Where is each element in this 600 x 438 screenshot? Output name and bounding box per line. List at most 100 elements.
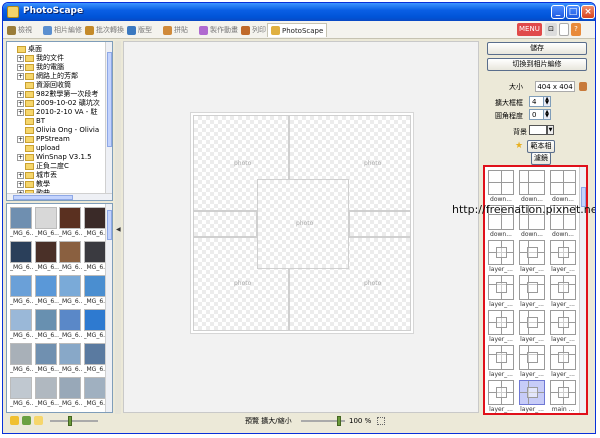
layout-template[interactable]: layer_... xyxy=(519,310,545,344)
switch-to-editor-button[interactable]: 切換到相片編修 xyxy=(487,58,587,71)
tab-batch[interactable]: 批次轉換 xyxy=(85,23,124,37)
lock-icon[interactable] xyxy=(579,82,587,91)
template-caption: layer_... xyxy=(489,336,513,343)
fit-icon[interactable] xyxy=(377,417,385,425)
expand-icon[interactable]: + xyxy=(17,54,24,62)
expand-icon[interactable]: + xyxy=(17,63,24,71)
layout-template[interactable]: layer_... xyxy=(519,380,545,413)
zoom-slider-knob[interactable] xyxy=(337,416,341,426)
collage-preview[interactable]: photo photo photo photo photo xyxy=(190,112,414,334)
save-button[interactable]: 儲存 xyxy=(487,42,587,55)
photo-thumbnail[interactable]: _MG_6... xyxy=(10,241,36,273)
tab-page[interactable]: 版型 xyxy=(127,23,152,37)
photo-slot[interactable] xyxy=(193,211,257,237)
minimize-icon[interactable]: _ xyxy=(551,5,565,19)
layout-template[interactable]: layer_... xyxy=(550,275,576,309)
template-caption: down... xyxy=(490,231,512,238)
background-color-swatch[interactable] xyxy=(529,125,547,135)
expand-icon[interactable]: + xyxy=(17,90,24,98)
help-icon[interactable]: ? xyxy=(571,23,581,36)
collapse-arrow-icon[interactable]: ◀ xyxy=(116,226,121,233)
photo-thumbnail[interactable]: _MG_6... xyxy=(34,275,61,307)
photo-thumbnail[interactable]: _MG_6... xyxy=(59,207,85,239)
layout-template[interactable]: layer_... xyxy=(550,345,576,379)
close-icon[interactable]: × xyxy=(581,5,595,19)
tab-animated-gif[interactable]: 製作動畫 xyxy=(199,23,238,37)
tree-vertical-scrollbar[interactable] xyxy=(105,42,112,200)
template-caption: down... xyxy=(521,231,543,238)
thumbnail-caption: _MG_6... xyxy=(10,332,34,339)
photo-thumbnail[interactable]: _MG_6... xyxy=(10,309,36,341)
thumbnail-scrollbar[interactable] xyxy=(105,204,112,412)
zoom-value: 100 % xyxy=(349,417,372,425)
app-icon xyxy=(7,6,19,18)
layout-template[interactable]: main ... xyxy=(550,380,576,413)
layout-template[interactable]: layer_... xyxy=(519,345,545,379)
photo-thumbnail[interactable]: _MG_6... xyxy=(10,343,36,375)
photo-thumbnail[interactable]: _MG_6... xyxy=(34,343,61,375)
expand-icon[interactable]: + xyxy=(17,180,24,188)
expand-icon[interactable]: + xyxy=(17,171,24,179)
thumbnail-size-slider[interactable] xyxy=(50,420,98,422)
window-mode-icon[interactable]: ⊡ xyxy=(545,23,557,36)
menu-button[interactable]: MENU xyxy=(517,23,542,36)
layout-template[interactable]: down... xyxy=(550,170,576,204)
panel-splitter[interactable]: ◀ xyxy=(115,41,121,414)
photo-thumbnail[interactable]: _MG_6... xyxy=(10,207,36,239)
expand-icon[interactable]: + xyxy=(17,108,24,116)
layout-template[interactable]: layer_... xyxy=(488,275,514,309)
layout-template[interactable]: down... xyxy=(488,170,514,204)
tab-print[interactable]: 列印 xyxy=(241,23,266,37)
folder-tree[interactable]: 桌面 + 我的文件 + 我的電腦 + 網路上的芳鄰 資源回收筒 +982數學第一次段考 +2009… xyxy=(6,41,113,201)
tab-combine[interactable]: 拼貼 xyxy=(163,23,188,37)
layout-template[interactable]: down... xyxy=(519,170,545,204)
title-bar[interactable]: PhotoScape _ □ × xyxy=(3,3,595,21)
photo-thumbnail[interactable]: _MG_6... xyxy=(59,343,85,375)
layout-template[interactable]: layer_... xyxy=(550,310,576,344)
template-preview xyxy=(550,240,576,265)
photo-thumbnail[interactable]: _MG_6... xyxy=(59,241,85,273)
layout-template[interactable]: layer_... xyxy=(550,240,576,274)
tab-editor[interactable]: 相片編修 xyxy=(43,23,82,37)
photo-thumbnail[interactable]: _MG_6... xyxy=(34,207,61,239)
template-caption: layer_... xyxy=(520,336,544,343)
toggle-icon[interactable] xyxy=(559,23,569,36)
folder-icon[interactable] xyxy=(34,416,43,425)
photo-thumbnail[interactable]: _MG_6... xyxy=(34,377,61,409)
favorite-star-icon[interactable] xyxy=(10,416,19,425)
layout-template[interactable]: layer_... xyxy=(519,240,545,274)
round-spinner[interactable]: 0 ▲ ▼ xyxy=(529,109,551,120)
tree-item-label: 正負二度C xyxy=(36,162,69,170)
photo-thumbnail[interactable]: _MG_6... xyxy=(34,309,61,341)
thumbnail-caption: _MG_6... xyxy=(83,298,108,305)
photo-thumbnail[interactable]: _MG_6... xyxy=(34,241,61,273)
layout-template[interactable]: layer_... xyxy=(488,310,514,344)
photo-thumbnail[interactable]: _MG_6... xyxy=(59,275,85,307)
layout-template[interactable]: layer_... xyxy=(488,380,514,413)
template-caption: layer_... xyxy=(489,266,513,273)
margin-spinner[interactable]: 4 ▲ ▼ xyxy=(529,96,551,107)
photo-thumbnail[interactable]: _MG_6... xyxy=(59,377,85,409)
tab-photoscape[interactable]: PhotoScape xyxy=(267,23,328,37)
expand-icon[interactable]: + xyxy=(17,72,24,80)
thumbnail-caption: _MG_6... xyxy=(83,366,108,373)
filter-button[interactable]: 濾鏡 xyxy=(531,152,551,165)
photo-thumbnail[interactable]: _MG_6... xyxy=(10,377,36,409)
photo-thumbnail[interactable]: _MG_6... xyxy=(59,309,85,341)
tree-horizontal-scrollbar[interactable] xyxy=(7,193,112,200)
layout-template[interactable]: layer_... xyxy=(488,345,514,379)
refresh-icon[interactable] xyxy=(22,416,31,425)
layout-template[interactable]: layer_... xyxy=(488,240,514,274)
expand-icon[interactable]: + xyxy=(17,135,24,143)
photo-slot-center[interactable]: photo xyxy=(257,179,349,269)
maximize-icon[interactable]: □ xyxy=(566,5,580,19)
thumbnail-size-knob[interactable] xyxy=(68,416,72,426)
layout-template[interactable]: layer_... xyxy=(519,275,545,309)
chevron-down-icon[interactable]: ▼ xyxy=(547,125,554,135)
spin-arrows-icon: ▲ ▼ xyxy=(543,110,550,119)
expand-icon[interactable]: + xyxy=(17,153,24,161)
photo-slot[interactable] xyxy=(349,211,411,237)
expand-icon[interactable]: + xyxy=(17,99,24,107)
tab-viewer[interactable]: 檢視 xyxy=(7,23,32,37)
photo-thumbnail[interactable]: _MG_6... xyxy=(10,275,36,307)
